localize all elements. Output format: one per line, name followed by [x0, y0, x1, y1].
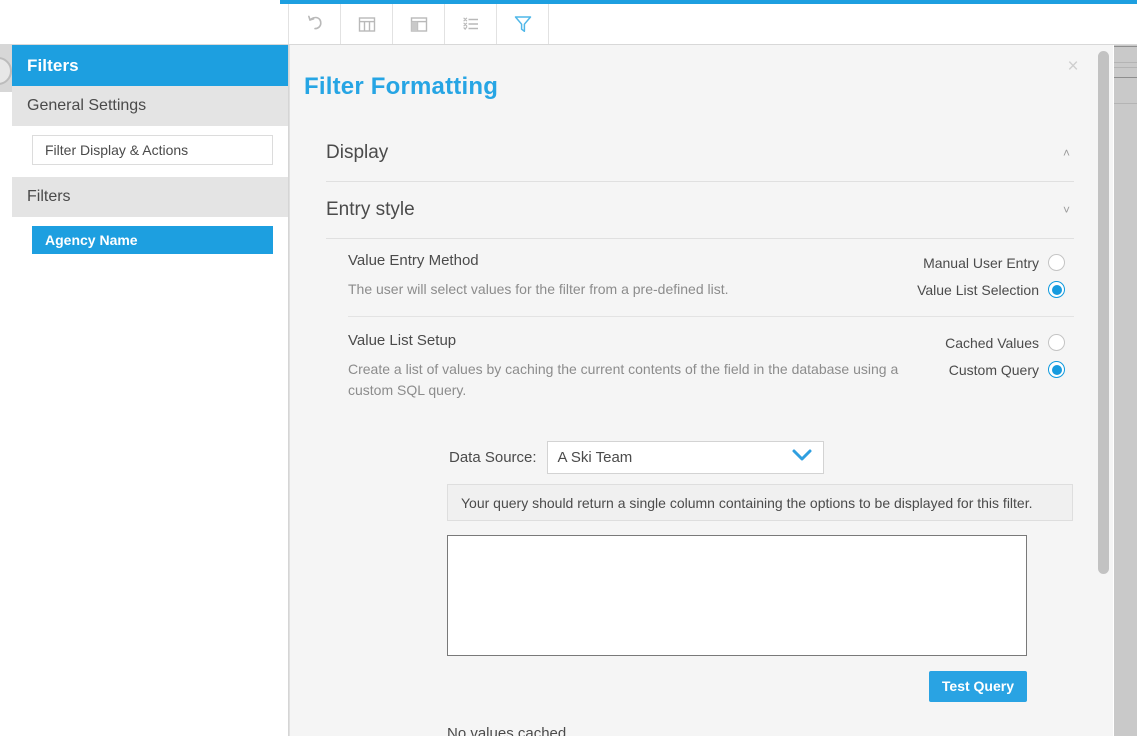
data-source-select[interactable]: A Ski Team — [546, 441, 824, 474]
layout-button[interactable] — [393, 4, 445, 44]
option-desc-value-entry-method: The user will select values for the filt… — [348, 281, 729, 297]
undo-icon — [304, 13, 326, 35]
radio-label-custom-query: Custom Query — [948, 361, 1039, 378]
cached-status: No values cached — [447, 725, 1113, 736]
query-actions: Test Query — [447, 671, 1027, 702]
collapse-toggle-icon[interactable] — [0, 57, 12, 85]
sidebar-section-filters: Filters — [12, 177, 288, 217]
bg-line-3 — [1114, 67, 1137, 68]
entry-style-panel: Value Entry Method The user will select … — [348, 237, 1074, 736]
accordion-label-entry-style: Entry style — [326, 199, 415, 220]
radio-custom-query[interactable]: Custom Query — [945, 356, 1074, 383]
sidebar-item-filter-display-actions[interactable]: Filter Display & Actions — [32, 135, 273, 165]
list-button[interactable] — [445, 4, 497, 44]
chevron-down-icon: ˅ — [1062, 203, 1070, 217]
bg-line-2 — [1114, 62, 1137, 63]
left-rail-white — [0, 92, 12, 736]
radio-button-cached-values[interactable] — [1048, 334, 1065, 351]
radio-group-value-entry-method: Manual User Entry Value List Selection — [917, 249, 1074, 303]
test-query-button[interactable]: Test Query — [928, 671, 1027, 702]
query-hint: Your query should return a single column… — [447, 484, 1073, 521]
accordion: Display ˄ Entry style ˅ — [326, 125, 1074, 239]
left-rail — [0, 45, 12, 736]
data-source-value: A Ski Team — [557, 449, 633, 466]
sidebar-item-agency-name[interactable]: Agency Name — [32, 226, 273, 254]
option-desc-value-list-setup: Create a list of values by caching the c… — [348, 361, 899, 398]
table-button[interactable] — [341, 4, 393, 44]
dialog-scrollbar-thumb[interactable] — [1098, 51, 1109, 574]
sql-query-textarea[interactable] — [447, 535, 1027, 656]
sidebar-group-general-settings: Filter Display & Actions — [12, 126, 288, 177]
radio-label-manual-user-entry: Manual User Entry — [923, 254, 1039, 271]
layout-icon — [408, 13, 430, 35]
sidebar-group-filters: Agency Name — [12, 217, 288, 266]
option-value-entry-method: Value Entry Method The user will select … — [348, 237, 1074, 317]
sidebar-title: Filters — [12, 45, 288, 86]
sidebar: Filters General Settings Filter Display … — [12, 45, 289, 736]
sidebar-section-general-settings: General Settings — [12, 86, 288, 126]
app-root: Filters General Settings Filter Display … — [0, 0, 1137, 736]
accordion-section-display[interactable]: Display ˄ — [326, 125, 1074, 182]
accordion-label-display: Display — [326, 142, 389, 163]
radio-label-cached-values: Cached Values — [945, 334, 1039, 351]
bg-line-5 — [1114, 103, 1137, 104]
data-source-label: Data Source: — [449, 449, 537, 466]
filter-formatting-dialog: × Filter Formatting Display ˄ Entry styl… — [289, 45, 1113, 736]
toolbar-left-spacer — [0, 4, 289, 44]
close-icon[interactable]: × — [1063, 57, 1083, 77]
chevron-down-icon — [789, 446, 815, 469]
option-value-list-setup: Value List Setup Create a list of values… — [348, 317, 1074, 417]
table-icon — [356, 13, 378, 35]
bg-line-1 — [1114, 46, 1137, 47]
radio-cached-values[interactable]: Cached Values — [945, 329, 1074, 356]
radio-value-list-selection[interactable]: Value List Selection — [917, 276, 1074, 303]
radio-button-manual-user-entry[interactable] — [1048, 254, 1065, 271]
filter-button[interactable] — [497, 4, 549, 44]
toolbar — [0, 4, 1137, 45]
radio-button-custom-query[interactable] — [1048, 361, 1065, 378]
background-right-strip — [1114, 45, 1137, 736]
custom-query-form: Data Source: A Ski Team Your query shoul… — [348, 441, 1074, 736]
bg-line-4 — [1114, 77, 1137, 78]
radio-button-value-list-selection[interactable] — [1048, 281, 1065, 298]
list-icon — [460, 13, 482, 35]
chevron-up-icon: ˄ — [1062, 146, 1070, 160]
dialog-title: Filter Formatting — [304, 73, 499, 100]
accordion-section-entry-style[interactable]: Entry style ˅ — [326, 182, 1074, 239]
data-source-row: Data Source: A Ski Team — [449, 441, 1074, 474]
radio-group-value-list-setup: Cached Values Custom Query — [945, 329, 1074, 383]
filter-icon — [511, 12, 535, 36]
dialog-scrollbar-track[interactable] — [1098, 51, 1109, 730]
undo-button[interactable] — [289, 4, 341, 44]
radio-manual-user-entry[interactable]: Manual User Entry — [917, 249, 1074, 276]
radio-label-value-list-selection: Value List Selection — [917, 281, 1039, 298]
